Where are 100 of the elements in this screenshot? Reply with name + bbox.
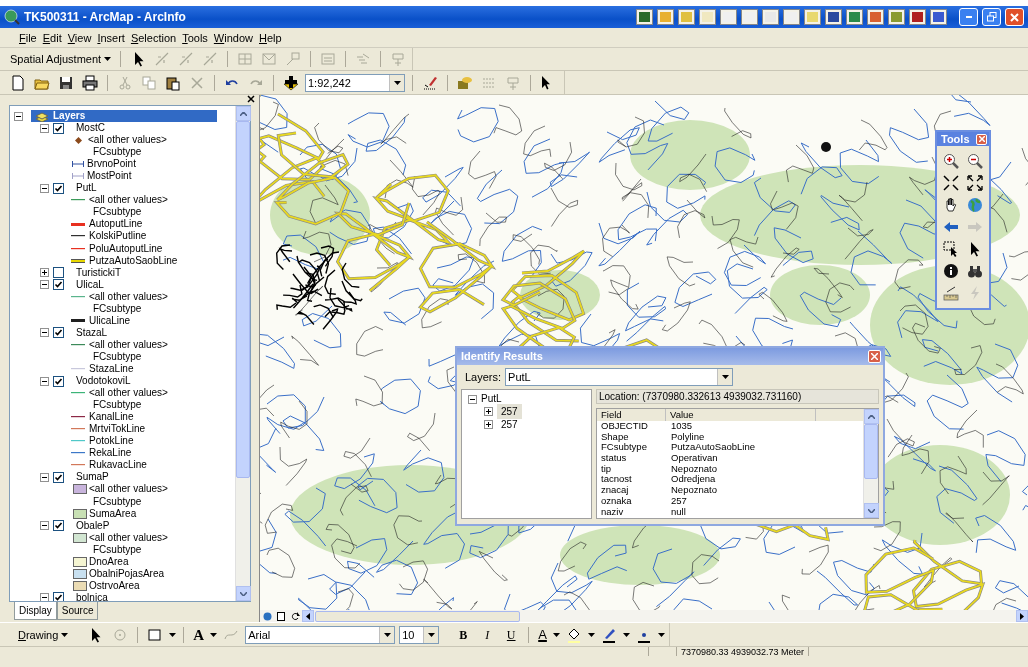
layer-checkbox[interactable] bbox=[53, 122, 64, 134]
app-icon[interactable] bbox=[699, 9, 716, 25]
scroll-left-button[interactable] bbox=[302, 610, 314, 622]
arrows-outward-icon[interactable] bbox=[964, 172, 986, 194]
layer-name[interactable]: TuristickiT bbox=[76, 266, 122, 279]
app-icon[interactable] bbox=[678, 9, 695, 25]
layers-select[interactable]: PutL bbox=[505, 368, 734, 386]
scrollbar-thumb[interactable] bbox=[864, 424, 878, 479]
app-icon[interactable] bbox=[783, 9, 800, 25]
layer-name[interactable]: PutL bbox=[76, 182, 97, 195]
collapse-icon[interactable] bbox=[40, 376, 49, 386]
layer-name[interactable]: ObaleP bbox=[76, 519, 110, 532]
layer-name[interactable]: bolnica bbox=[76, 591, 108, 601]
layer-checkbox[interactable] bbox=[53, 267, 64, 279]
layer-name[interactable]: MostC bbox=[76, 122, 105, 135]
app-icon[interactable] bbox=[825, 9, 842, 25]
column-header[interactable]: Field bbox=[597, 409, 666, 421]
scroll-right-button[interactable] bbox=[1016, 610, 1028, 622]
expand-icon[interactable] bbox=[484, 419, 493, 429]
layer-checkbox[interactable] bbox=[53, 375, 64, 387]
restore-button[interactable] bbox=[982, 8, 1001, 26]
app-icon[interactable] bbox=[846, 9, 863, 25]
app-icon[interactable] bbox=[867, 9, 884, 25]
add-data-icon[interactable] bbox=[281, 73, 301, 93]
layer-name[interactable]: UlicaL bbox=[76, 278, 104, 291]
menu-item[interactable]: Help bbox=[256, 28, 285, 47]
collapse-icon[interactable] bbox=[40, 183, 49, 193]
app-icon[interactable] bbox=[909, 9, 926, 25]
close-icon[interactable] bbox=[247, 95, 255, 103]
app-icon[interactable] bbox=[930, 9, 947, 25]
menu-item[interactable]: Selection bbox=[127, 28, 180, 47]
menu-item[interactable]: Insert bbox=[94, 28, 128, 47]
layer-name[interactable]: StazaL bbox=[76, 326, 108, 339]
page-icon[interactable] bbox=[274, 610, 288, 622]
scrollbar-thumb[interactable] bbox=[315, 610, 520, 622]
close-button[interactable] bbox=[976, 133, 987, 145]
expand-icon[interactable] bbox=[40, 268, 49, 278]
menu-item[interactable]: File bbox=[16, 28, 40, 47]
collapse-icon[interactable] bbox=[40, 123, 49, 133]
font-color-button[interactable]: A bbox=[536, 625, 549, 645]
print-icon[interactable] bbox=[80, 73, 100, 93]
close-icon bbox=[871, 353, 878, 360]
tree-item[interactable]: 257 bbox=[497, 403, 522, 419]
app-icon[interactable] bbox=[804, 9, 821, 25]
scroll-up-button[interactable] bbox=[864, 409, 879, 424]
drawing-dropdown[interactable]: Drawing bbox=[16, 625, 71, 645]
legend-label: MrtviTokLine bbox=[89, 423, 146, 436]
tab[interactable]: Source bbox=[56, 602, 99, 620]
scroll-down-button[interactable] bbox=[236, 586, 251, 601]
collapse-icon[interactable] bbox=[40, 472, 49, 482]
legend-label: UlicaLine bbox=[89, 314, 131, 327]
menu-item[interactable]: Window bbox=[210, 28, 256, 47]
font-size-select[interactable]: 10 bbox=[399, 626, 440, 644]
layer-checkbox[interactable] bbox=[53, 471, 64, 483]
close-button[interactable] bbox=[868, 350, 881, 363]
menu-item[interactable]: Edit bbox=[39, 28, 65, 47]
close-button[interactable] bbox=[1005, 8, 1024, 26]
text-tool-button[interactable]: A bbox=[191, 625, 207, 645]
close-icon bbox=[978, 136, 985, 142]
spatial-adjustment-dropdown[interactable]: Spatial Adjustment bbox=[8, 49, 114, 69]
layer-checkbox[interactable] bbox=[53, 592, 64, 601]
font-select[interactable]: Arial bbox=[245, 626, 396, 644]
scroll-down-button[interactable] bbox=[864, 503, 879, 518]
menu-item[interactable]: View bbox=[64, 28, 95, 47]
minimize-button[interactable] bbox=[959, 8, 978, 26]
collapse-icon[interactable] bbox=[40, 521, 49, 531]
collapse-icon[interactable] bbox=[40, 328, 49, 338]
app-icon[interactable] bbox=[636, 9, 653, 25]
underline-button[interactable]: U bbox=[501, 625, 522, 645]
layer-checkbox[interactable] bbox=[53, 327, 64, 339]
globe-icon[interactable] bbox=[260, 610, 274, 622]
collapse-icon[interactable] bbox=[468, 394, 477, 404]
legend-label: <all other values> bbox=[89, 338, 168, 351]
expand-icon[interactable] bbox=[484, 406, 493, 416]
column-header[interactable]: Value bbox=[666, 409, 816, 421]
bold-button[interactable]: B bbox=[453, 625, 474, 645]
app-icon[interactable] bbox=[720, 9, 737, 25]
chevron-down-icon bbox=[868, 508, 875, 513]
location-text: Location: (7370980.332613 4939032.731160) bbox=[596, 389, 879, 404]
tree-item[interactable]: 257 bbox=[497, 416, 522, 432]
collapse-icon[interactable] bbox=[40, 593, 49, 601]
table-cell-text: Polyline bbox=[670, 431, 706, 443]
italic-button[interactable]: I bbox=[477, 625, 498, 645]
tree-item[interactable]: PutL bbox=[481, 394, 502, 405]
app-icon[interactable] bbox=[888, 9, 905, 25]
layer-checkbox[interactable] bbox=[53, 182, 64, 194]
collapse-icon[interactable] bbox=[40, 280, 49, 290]
layer-checkbox[interactable] bbox=[53, 520, 64, 532]
app-icon[interactable] bbox=[741, 9, 758, 25]
app-icon[interactable] bbox=[657, 9, 674, 25]
layer-name[interactable]: SumaP bbox=[76, 471, 109, 484]
tree-root-item[interactable]: Layers bbox=[31, 110, 217, 123]
layer-checkbox[interactable] bbox=[53, 279, 64, 291]
app-icon[interactable] bbox=[762, 9, 779, 25]
layer-name[interactable]: VodotokoviL bbox=[76, 375, 131, 388]
scale-combo-box[interactable]: 1:92,242 bbox=[305, 74, 405, 92]
scroll-up-button[interactable] bbox=[236, 106, 251, 121]
collapse-icon[interactable] bbox=[14, 111, 23, 121]
scrollbar-thumb[interactable] bbox=[236, 121, 250, 478]
menu-item[interactable]: Tools bbox=[179, 28, 211, 47]
